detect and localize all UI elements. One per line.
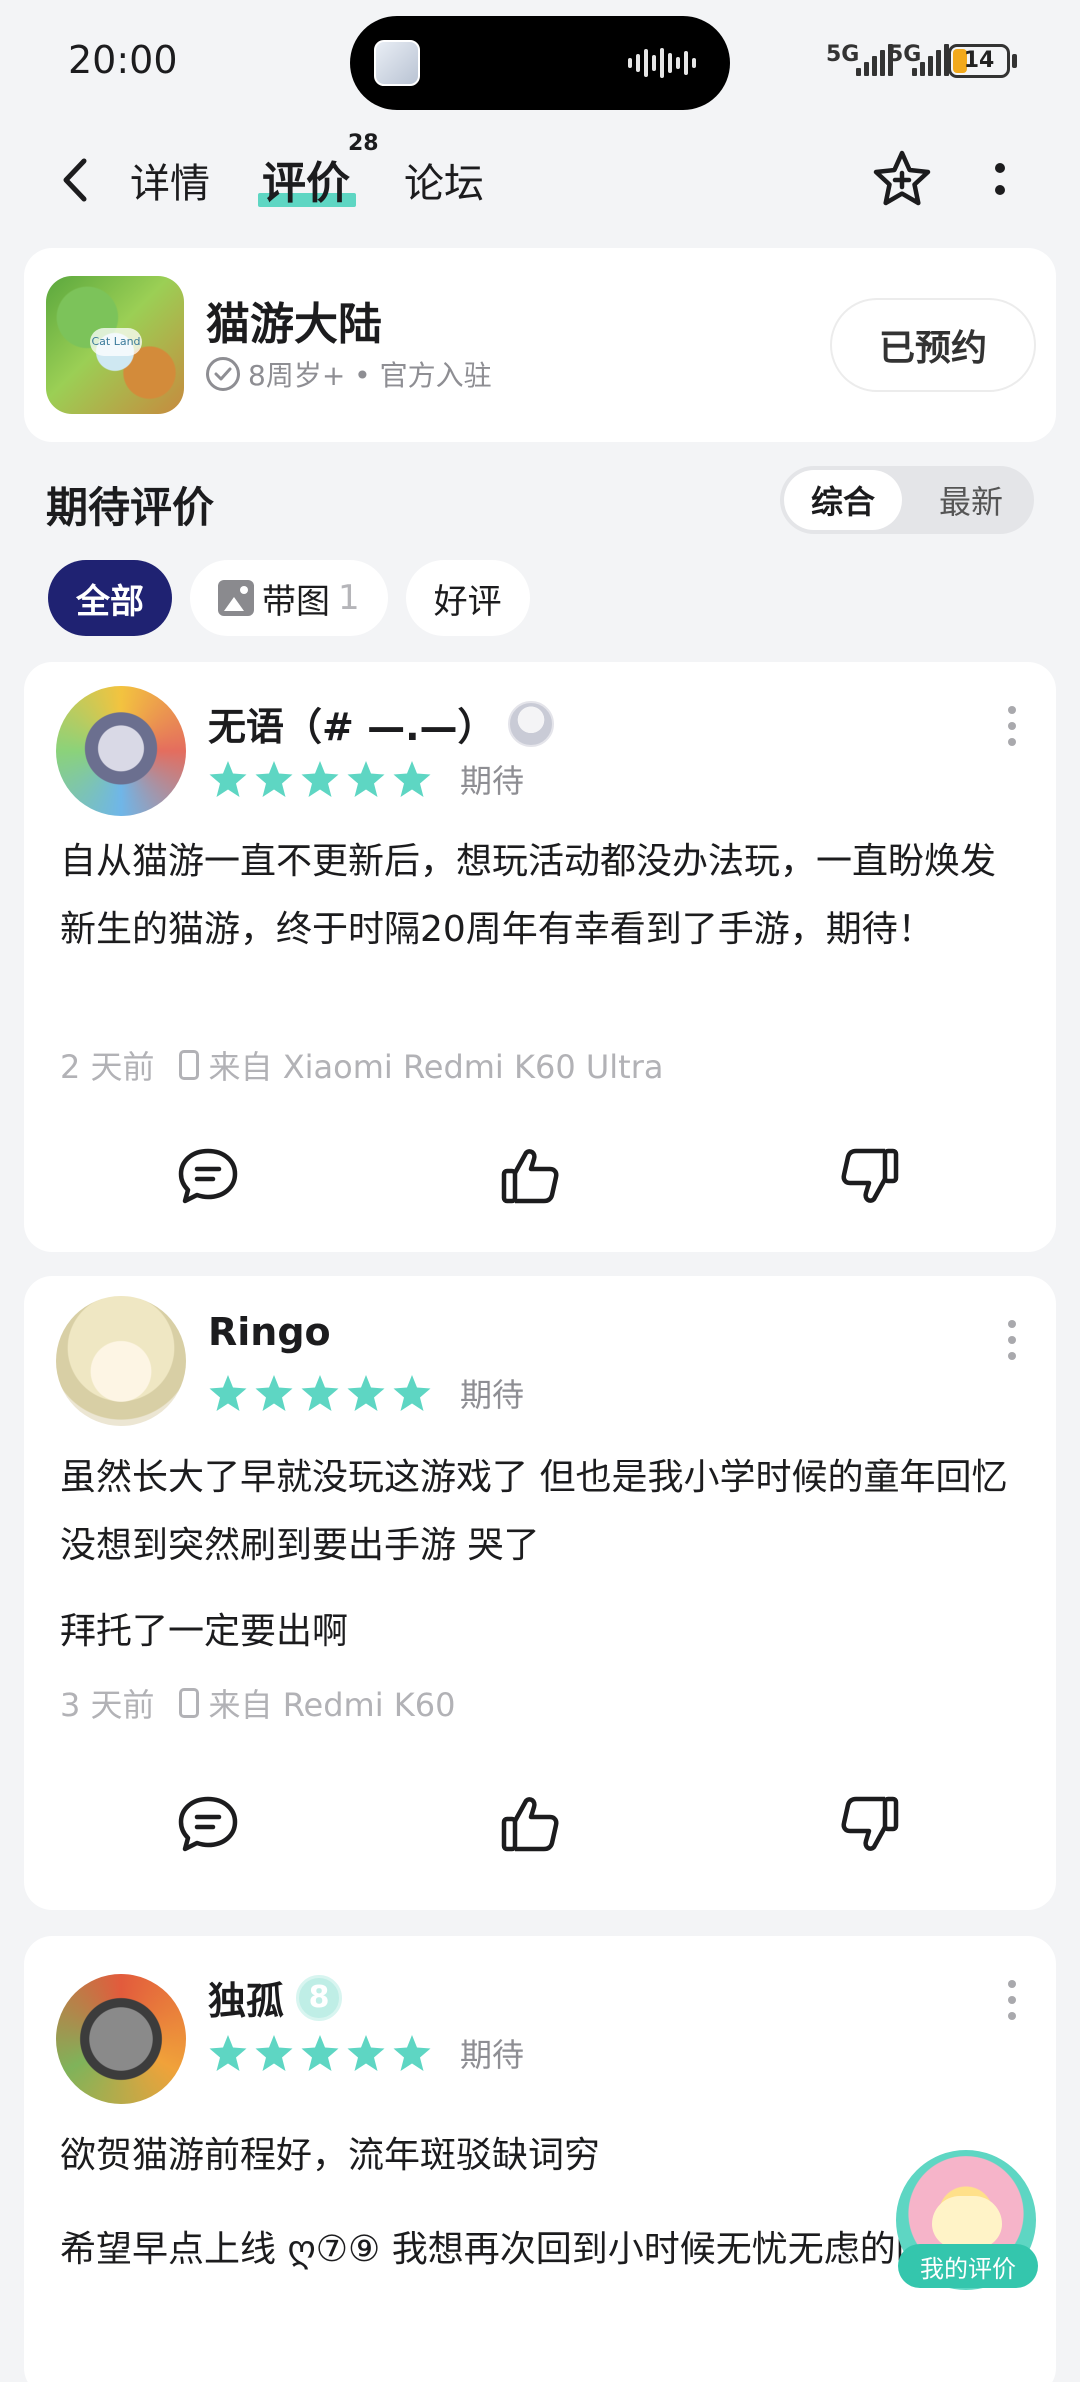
username-text: 独孤 bbox=[208, 1979, 285, 2023]
username-text: 无语（# —.—） bbox=[208, 705, 496, 749]
thumbs-up-icon[interactable] bbox=[490, 1136, 570, 1216]
review-device: 来自 Redmi K60 bbox=[208, 1686, 456, 1724]
filter-with-images[interactable]: 带图 1 bbox=[190, 560, 388, 636]
star-icon bbox=[393, 1375, 431, 1411]
review-card: 独孤 8 期待 欲贺猫游前程好，流年斑驳缺词穷 希望早点上线 ღ⑦⑨ 我想再次回… bbox=[24, 1936, 1056, 2382]
review-username[interactable]: 独孤 8 bbox=[208, 1970, 343, 2025]
review-meta: 3 天前 来自 Redmi K60 bbox=[60, 1680, 455, 1726]
game-icon-logo: Cat Land bbox=[90, 328, 142, 356]
review-text: 欲贺猫游前程好，流年斑驳缺词穷 bbox=[60, 2135, 601, 2176]
game-card[interactable]: Cat Land 猫游大陆 8周岁+ • 官方入驻 已预约 bbox=[24, 248, 1056, 442]
comment-icon[interactable] bbox=[168, 1784, 248, 1864]
avatar[interactable] bbox=[56, 686, 186, 816]
filter-all[interactable]: 全部 bbox=[48, 560, 172, 636]
star-icon bbox=[301, 761, 339, 797]
review-username[interactable]: Ringo bbox=[208, 1310, 331, 1354]
comment-icon[interactable] bbox=[168, 1136, 248, 1216]
game-meta: 8周岁+ • 官方入驻 bbox=[206, 354, 492, 394]
star-icon bbox=[347, 761, 385, 797]
review-time: 2 天前 bbox=[60, 1048, 155, 1086]
rating-tag: 期待 bbox=[460, 1376, 525, 1414]
avatar[interactable] bbox=[56, 1296, 186, 1426]
filter-chips: 全部 带图 1 好评 bbox=[48, 560, 530, 636]
star-icon bbox=[255, 1375, 293, 1411]
star-icon bbox=[347, 1375, 385, 1411]
star-icon bbox=[301, 1375, 339, 1411]
top-nav: 详情 评价 28 论坛 bbox=[0, 125, 1080, 235]
review-card: Ringo 期待 虽然长大了早就没玩这游戏了 但也是我小学时候的童年回忆 没想到… bbox=[24, 1276, 1056, 1910]
battery-icon: 14 bbox=[948, 44, 1010, 78]
rating-tag: 期待 bbox=[460, 2036, 525, 2074]
filter-positive[interactable]: 好评 bbox=[405, 560, 530, 636]
user-badge-icon bbox=[507, 700, 554, 747]
level-badge-icon: 8 bbox=[296, 1974, 343, 2021]
game-title: 猫游大陆 bbox=[206, 299, 382, 350]
star-plus-icon[interactable] bbox=[870, 147, 934, 211]
signal-icon-2 bbox=[912, 44, 949, 76]
battery-level: 14 bbox=[963, 48, 995, 73]
thumbs-up-icon[interactable] bbox=[490, 1784, 570, 1864]
review-device: 来自 Xiaomi Redmi K60 Ultra bbox=[208, 1048, 664, 1086]
star-icon bbox=[393, 2035, 431, 2071]
sort-option-latest[interactable]: 最新 bbox=[912, 470, 1030, 530]
verified-check-icon bbox=[206, 357, 240, 391]
tab-reviews[interactable]: 评价 bbox=[262, 147, 350, 211]
review-text: 自从猫游一直不更新后，想玩活动都没办法玩，一直盼焕发新生的猫游，终于时隔20周年… bbox=[60, 841, 997, 950]
more-options-icon[interactable] bbox=[1008, 706, 1016, 746]
star-icon bbox=[255, 2035, 293, 2071]
star-icon bbox=[209, 761, 247, 797]
game-meta-text: 8周岁+ • 官方入驻 bbox=[248, 359, 492, 392]
review-time: 3 天前 bbox=[60, 1686, 155, 1724]
more-options-icon[interactable] bbox=[1008, 1320, 1016, 1360]
star-icon bbox=[209, 1375, 247, 1411]
review-text: 希望早点上线 ღ⑦⑨ 我想再次回到小时候无忧无虑的时光！ bbox=[60, 2229, 1004, 2270]
review-username[interactable]: 无语（# —.—） bbox=[208, 696, 554, 751]
filter-all-label: 全部 bbox=[76, 581, 144, 622]
section-title: 期待评价 bbox=[46, 483, 215, 532]
star-rating: 期待 bbox=[208, 756, 524, 802]
thumbs-down-icon[interactable] bbox=[830, 1784, 910, 1864]
star-icon bbox=[301, 2035, 339, 2071]
back-icon[interactable] bbox=[50, 150, 100, 210]
filter-positive-label: 好评 bbox=[433, 581, 502, 622]
review-actions bbox=[24, 1784, 1056, 1864]
review-text: 虽然长大了早就没玩这游戏了 但也是我小学时候的童年回忆 没想到突然刷到要出手游 … bbox=[60, 1457, 1008, 1566]
star-icon bbox=[393, 761, 431, 797]
network-label-1: 5G bbox=[826, 42, 860, 67]
more-icon[interactable] bbox=[978, 147, 1022, 211]
sort-option-comprehensive[interactable]: 综合 bbox=[784, 470, 902, 530]
rating-tag: 期待 bbox=[460, 762, 525, 800]
review-count-badge: 28 bbox=[348, 131, 379, 156]
image-icon bbox=[218, 580, 254, 616]
game-icon[interactable]: Cat Land bbox=[46, 276, 184, 414]
phone-icon bbox=[178, 1688, 199, 1718]
dynamic-island[interactable] bbox=[350, 16, 730, 110]
star-icon bbox=[255, 761, 293, 797]
status-bar: 20:00 5G 5G 14 bbox=[0, 0, 1080, 125]
review-meta: 2 天前 来自 Xiaomi Redmi K60 Ultra bbox=[60, 1042, 664, 1088]
filter-images-label: 带图 bbox=[262, 581, 330, 622]
media-thumbnail bbox=[374, 40, 420, 86]
status-time: 20:00 bbox=[68, 38, 178, 82]
filter-images-count: 1 bbox=[338, 578, 360, 618]
star-icon bbox=[209, 2035, 247, 2071]
review-text: 拜托了一定要出啊 bbox=[60, 1611, 349, 1652]
thumbs-down-icon[interactable] bbox=[830, 1136, 910, 1216]
my-review-label[interactable]: 我的评价 bbox=[898, 2244, 1038, 2288]
tab-details[interactable]: 详情 bbox=[130, 151, 210, 209]
phone-icon bbox=[178, 1050, 199, 1080]
more-options-icon[interactable] bbox=[1008, 1980, 1016, 2020]
tab-forum[interactable]: 论坛 bbox=[404, 151, 484, 209]
review-actions bbox=[24, 1136, 1056, 1216]
mascot-icon bbox=[932, 2196, 1002, 2248]
username-text: Ringo bbox=[208, 1310, 331, 1354]
reserved-button[interactable]: 已预约 bbox=[830, 298, 1036, 392]
star-rating: 期待 bbox=[208, 2030, 524, 2076]
review-card: 无语（# —.—） 期待 自从猫游一直不更新后，想玩活动都没办法玩，一直盼焕发新… bbox=[24, 662, 1056, 1252]
star-rating: 期待 bbox=[208, 1370, 524, 1416]
star-icon bbox=[347, 2035, 385, 2071]
sort-toggle: 综合 最新 bbox=[780, 466, 1034, 534]
audio-wave-icon bbox=[628, 46, 700, 80]
avatar[interactable] bbox=[56, 1974, 186, 2104]
